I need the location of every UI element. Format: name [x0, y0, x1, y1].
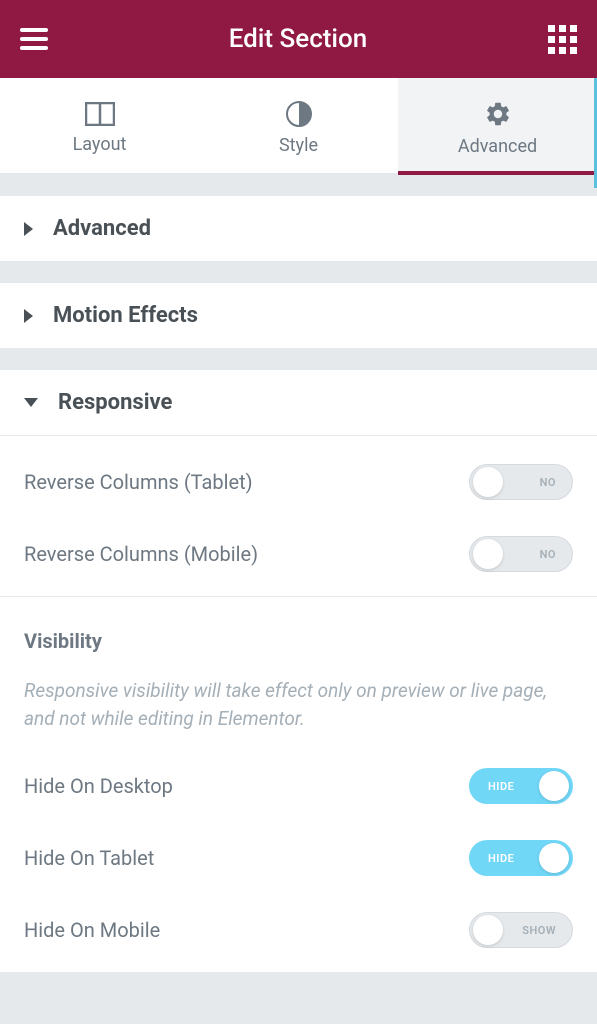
toggle-knob [473, 467, 503, 497]
panel-title: Edit Section [229, 24, 368, 54]
toggle-text: HIDE [488, 852, 514, 865]
responsive-panel: Reverse Columns (Tablet) NO Reverse Colu… [0, 435, 597, 596]
control-hide-mobile: Hide On Mobile SHOW [24, 912, 573, 948]
tab-advanced[interactable]: Advanced [398, 78, 597, 173]
tab-label: Advanced [458, 136, 537, 157]
control-reverse-mobile: Reverse Columns (Mobile) NO [24, 536, 573, 572]
toggle-reverse-tablet[interactable]: NO [469, 464, 573, 500]
tab-label: Layout [73, 134, 127, 155]
control-label: Reverse Columns (Mobile) [24, 542, 258, 566]
control-label: Reverse Columns (Tablet) [24, 470, 253, 494]
toggle-hide-tablet[interactable]: HIDE [469, 840, 573, 876]
chevron-right-icon [24, 222, 33, 236]
accordion-motion: Motion Effects [0, 282, 597, 349]
accordion-header-motion[interactable]: Motion Effects [0, 283, 597, 348]
toggle-text: NO [540, 548, 556, 561]
control-label: Hide On Desktop [24, 774, 173, 798]
control-label: Hide On Tablet [24, 846, 154, 870]
tab-layout[interactable]: Layout [0, 78, 199, 173]
contrast-icon [286, 101, 312, 127]
control-hide-desktop: Hide On Desktop HIDE [24, 768, 573, 804]
accordion-header-advanced[interactable]: Advanced [0, 196, 597, 261]
tab-label: Style [279, 135, 318, 156]
control-hide-tablet: Hide On Tablet HIDE [24, 840, 573, 876]
control-reverse-tablet: Reverse Columns (Tablet) NO [24, 464, 573, 500]
accordion-responsive: Responsive Reverse Columns (Tablet) NO R… [0, 369, 597, 972]
control-label: Hide On Mobile [24, 918, 160, 942]
gear-icon [484, 100, 512, 128]
visibility-title: Visibility [24, 629, 573, 653]
toggle-knob [473, 915, 503, 945]
visibility-panel: Visibility Responsive visibility will ta… [0, 596, 597, 972]
chevron-down-icon [24, 398, 38, 407]
panel-header: Edit Section [0, 0, 597, 78]
tab-style[interactable]: Style [199, 78, 398, 173]
accordion-advanced: Advanced [0, 195, 597, 262]
toggle-text: SHOW [522, 924, 556, 937]
accordion-header-responsive[interactable]: Responsive [0, 370, 597, 435]
tabs: Layout Style Advanced [0, 78, 597, 175]
chevron-right-icon [24, 309, 33, 323]
accordion-title: Advanced [53, 216, 151, 241]
apps-icon[interactable] [548, 25, 577, 54]
toggle-hide-mobile[interactable]: SHOW [469, 912, 573, 948]
visibility-description: Responsive visibility will take effect o… [24, 677, 573, 732]
toggle-hide-desktop[interactable]: HIDE [469, 768, 573, 804]
toggle-knob [539, 843, 569, 873]
menu-icon[interactable] [20, 28, 48, 50]
toggle-text: HIDE [488, 780, 514, 793]
toggle-knob [539, 771, 569, 801]
toggle-reverse-mobile[interactable]: NO [469, 536, 573, 572]
accordion-title: Motion Effects [53, 303, 198, 328]
toggle-knob [473, 539, 503, 569]
columns-icon [85, 102, 115, 126]
accordion-title: Responsive [58, 390, 172, 415]
toggle-text: NO [540, 476, 556, 489]
